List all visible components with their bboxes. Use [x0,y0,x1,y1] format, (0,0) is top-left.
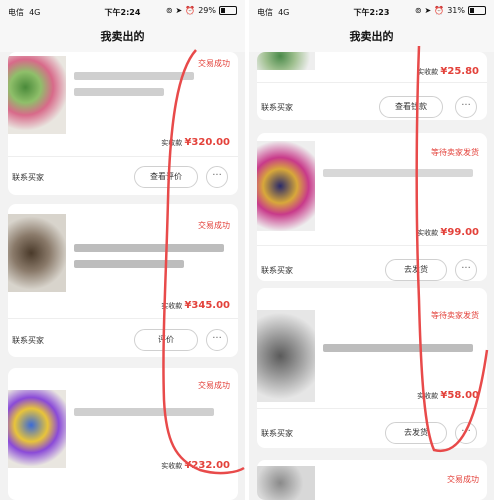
price-amount: ¥320.00 [184,137,230,148]
view-funds-button[interactable]: 查看钱款 [379,96,443,118]
divider [257,82,487,83]
price-amount: ¥345.00 [184,300,230,311]
price-label: 实收款 ¥99.00 [417,227,479,238]
product-thumbnail [257,141,315,231]
price-amount: ¥25.80 [440,66,479,77]
more-options-button[interactable]: ··· [455,422,477,444]
blurred-title [74,88,164,96]
alarm-icon: ⏰ [434,6,445,15]
blurred-title [74,72,194,80]
ship-button[interactable]: 去发货 [385,422,447,444]
price-prefix: 实收款 [161,462,183,470]
battery-fill [221,8,226,13]
more-options-button[interactable]: ··· [455,96,477,118]
contact-buyer-link[interactable]: 联系买家 [12,335,44,346]
price-amount: ¥99.00 [440,227,479,238]
more-options-button[interactable]: ··· [206,166,228,188]
order-card[interactable]: 等待卖家发货 实收款 ¥58.00 联系买家 去发货 ··· [257,288,487,448]
status-badge: 等待卖家发货 [431,311,479,320]
more-options-button[interactable]: ··· [455,259,477,281]
contact-buyer-link[interactable]: 联系买家 [261,265,293,276]
order-card[interactable]: 实收款 ¥25.80 联系买家 查看钱款 ··· [257,52,487,120]
order-card[interactable]: 交易成功 实收款 ¥232.00 [8,368,238,500]
contact-buyer-link[interactable]: 联系买家 [12,172,44,183]
product-thumbnail [8,56,66,134]
price-label: 实收款 ¥320.00 [161,137,230,148]
status-badge: 交易成功 [447,475,479,484]
price-prefix: 实收款 [161,302,183,310]
price-label: 实收款 ¥345.00 [161,300,230,311]
right-screenshot: 电信 4G 下午2:23 ⊚ ➤ ⏰ 31% 我卖出的 实收款 ¥25.80 联… [249,0,494,500]
product-thumbnail [257,310,315,402]
blurred-title [74,260,184,268]
divider [257,408,487,409]
divider [8,318,238,319]
status-badge: 交易成功 [198,59,230,68]
blurred-title [323,169,473,177]
rate-button[interactable]: 评价 [134,329,198,351]
alarm-icon: ⏰ [185,6,196,15]
view-review-button[interactable]: 查看评价 [134,166,198,188]
status-badge: 等待卖家发货 [431,148,479,157]
order-card[interactable]: 等待卖家发货 实收款 ¥99.00 联系买家 去发货 ··· [257,133,487,281]
price-label: 实收款 ¥232.00 [161,460,230,471]
price-prefix: 实收款 [161,139,183,147]
price-label: 实收款 ¥25.80 [417,66,479,77]
order-card[interactable]: 交易成功 [257,460,487,500]
page-title: 我卖出的 [0,22,245,52]
price-amount: ¥58.00 [440,390,479,401]
order-card[interactable]: 交易成功 实收款 ¥345.00 联系买家 评价 ··· [8,204,238,357]
blurred-title [323,344,473,352]
product-thumbnail [257,52,315,70]
battery-percent: 29% [198,6,216,15]
more-options-button[interactable]: ··· [206,329,228,351]
battery-icon [219,6,237,15]
contact-buyer-link[interactable]: 联系买家 [261,102,293,113]
product-thumbnail [8,214,66,292]
blurred-title [74,244,224,252]
status-badge: 交易成功 [198,221,230,230]
order-card[interactable]: 交易成功 实收款 ¥320.00 联系买家 查看评价 ··· [8,52,238,195]
battery-fill [470,8,475,13]
price-prefix: 实收款 [417,68,439,76]
location-icon: ➤ [175,6,183,15]
blurred-title [74,408,214,416]
price-prefix: 实收款 [417,229,439,237]
battery-icon [468,6,486,15]
price-label: 实收款 ¥58.00 [417,390,479,401]
left-screenshot: 电信 4G 下午2:24 ⊚ ➤ ⏰ 29% 我卖出的 交易成功 实收款 ¥32… [0,0,245,500]
page-title: 我卖出的 [249,22,494,52]
divider [8,156,238,157]
location-icon: ➤ [424,6,432,15]
status-badge: 交易成功 [198,381,230,390]
ship-button[interactable]: 去发货 [385,259,447,281]
contact-buyer-link[interactable]: 联系买家 [261,428,293,439]
price-amount: ¥232.00 [184,460,230,471]
status-bar: 电信 4G 下午2:23 ⊚ ➤ ⏰ 31% [249,0,494,22]
status-bar: 电信 4G 下午2:24 ⊚ ➤ ⏰ 29% [0,0,245,22]
product-thumbnail [257,466,315,500]
battery-percent: 31% [447,6,465,15]
product-thumbnail [8,390,66,468]
lock-rotation-icon: ⊚ [414,6,422,15]
divider [257,245,487,246]
lock-rotation-icon: ⊚ [165,6,173,15]
price-prefix: 实收款 [417,392,439,400]
